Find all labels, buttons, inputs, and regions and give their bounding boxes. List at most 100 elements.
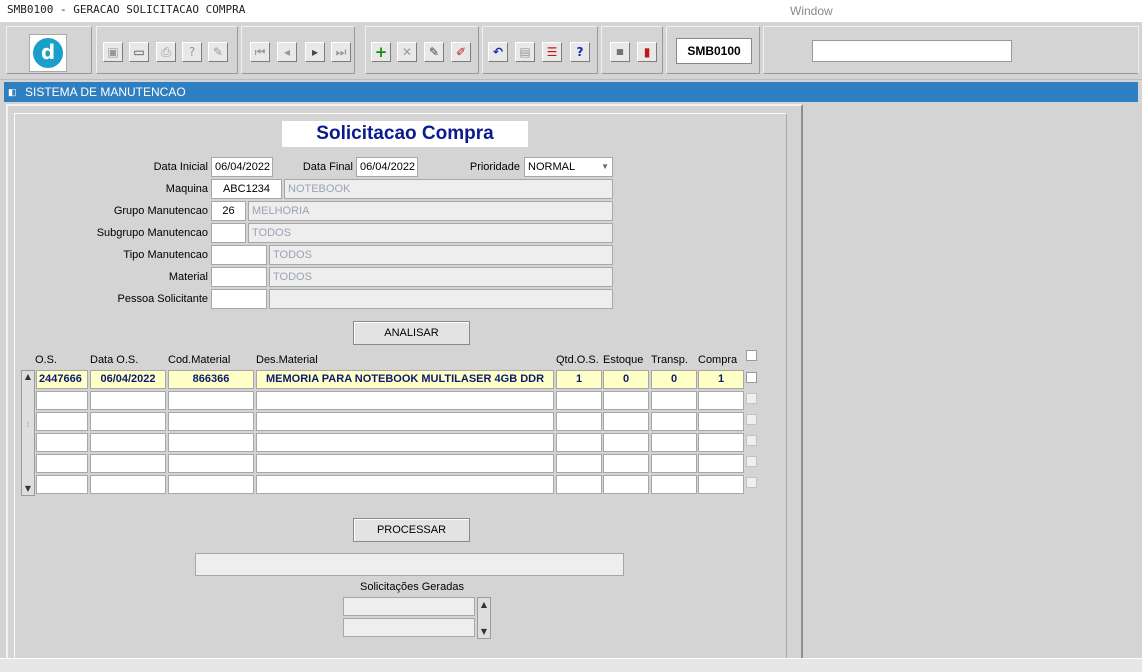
prioridade-label: Prioridade	[469, 161, 520, 173]
grid-cell-cod-material[interactable]	[168, 391, 254, 410]
grid-cell-transp[interactable]	[651, 433, 697, 452]
grid-cell-data-os[interactable]	[90, 391, 166, 410]
query-help-icon[interactable]: ?	[182, 42, 202, 62]
grid-cell-compra[interactable]	[698, 433, 744, 452]
grid-cell-des-material[interactable]	[256, 454, 554, 473]
grid-cell-os[interactable]	[36, 475, 88, 494]
scroll-up-icon[interactable]: ▲	[22, 371, 34, 383]
grid-scrollbar[interactable]: ▲ ⁞ ▼	[21, 370, 35, 496]
column-header-cod-material: Cod.Material	[168, 354, 231, 366]
next-record-icon[interactable]: ▸	[305, 42, 325, 62]
grid-cell-compra[interactable]	[698, 391, 744, 410]
analisar-button[interactable]: ANALISAR	[353, 321, 470, 345]
grid-cell-data-os[interactable]	[90, 412, 166, 431]
grid-cell-compra[interactable]	[698, 475, 744, 494]
grid-cell-qtd-os[interactable]	[556, 433, 602, 452]
toolbar: d ▣ ▭ ⎙ ? ✎ ⏮ ◂ ▸ ⏭ + ✕ ✎ ✐ ↶ ▤ ☰ ? ▦ ▮ …	[0, 22, 1142, 80]
save-icon[interactable]: ▣	[103, 42, 123, 62]
grid-cell-des-material[interactable]: MEMORIA PARA NOTEBOOK MULTILASER 4GB DDR	[256, 370, 554, 389]
grid-cell-estoque[interactable]	[603, 454, 649, 473]
grid-cell-data-os[interactable]	[90, 433, 166, 452]
delete-record-icon[interactable]: ✕	[397, 42, 417, 62]
grid-cell-des-material[interactable]	[256, 391, 554, 410]
grid-cell-data-os[interactable]	[90, 454, 166, 473]
previous-record-icon[interactable]: ◂	[277, 42, 297, 62]
grid-cell-transp[interactable]	[651, 412, 697, 431]
pessoa-code-field[interactable]	[211, 289, 267, 309]
scroll-down-icon[interactable]: ▼	[22, 483, 34, 495]
row-select-checkbox[interactable]	[746, 477, 757, 488]
last-record-icon[interactable]: ⏭	[331, 42, 351, 62]
grid-cell-os[interactable]	[36, 433, 88, 452]
grid-cell-cod-material[interactable]	[168, 433, 254, 452]
scroll-up-icon[interactable]: ▲	[478, 599, 490, 611]
row-select-checkbox[interactable]	[746, 393, 757, 404]
grid-cell-estoque[interactable]	[603, 391, 649, 410]
grupo-label: Grupo Manutencao	[113, 205, 208, 217]
grid-cell-estoque[interactable]	[603, 412, 649, 431]
grid-cell-des-material[interactable]	[256, 433, 554, 452]
grid-cell-qtd-os[interactable]	[556, 391, 602, 410]
solicitacoes-scrollbar[interactable]: ▲ ▼	[477, 597, 491, 639]
grid-cell-data-os[interactable]	[90, 475, 166, 494]
grid-cell-estoque[interactable]	[603, 475, 649, 494]
processar-button[interactable]: PROCESSAR	[353, 518, 470, 542]
clipboard-icon[interactable]: ▤	[515, 42, 535, 62]
first-record-icon[interactable]: ⏮	[250, 42, 270, 62]
grid-cell-transp[interactable]: 0	[651, 370, 697, 389]
grid-cell-compra[interactable]	[698, 412, 744, 431]
print-icon[interactable]: ⎙	[156, 42, 176, 62]
scroll-thumb-icon[interactable]: ⁞	[22, 419, 34, 431]
row-select-checkbox[interactable]	[746, 372, 757, 383]
data-final-field[interactable]: 06/04/2022	[356, 157, 418, 177]
grid-cell-transp[interactable]	[651, 475, 697, 494]
grid-cell-cod-material[interactable]	[168, 475, 254, 494]
grid-cell-des-material[interactable]	[256, 475, 554, 494]
list-values-icon[interactable]: ☰	[542, 42, 562, 62]
toolbar-search-field[interactable]	[812, 40, 1012, 62]
grid-cell-transp[interactable]	[651, 454, 697, 473]
grid-cell-cod-material[interactable]	[168, 454, 254, 473]
grid-cell-data-os[interactable]: 06/04/2022	[90, 370, 166, 389]
chevron-down-icon[interactable]: ▼	[601, 158, 609, 176]
row-select-checkbox[interactable]	[746, 456, 757, 467]
undo-icon[interactable]: ↶	[488, 42, 508, 62]
window-icon[interactable]: ▭	[129, 42, 149, 62]
grid-cell-os[interactable]	[36, 391, 88, 410]
prioridade-select[interactable]: NORMAL ▼	[524, 157, 613, 177]
row-select-checkbox[interactable]	[746, 414, 757, 425]
grupo-code-field[interactable]: 26	[211, 201, 246, 221]
grid-cell-qtd-os[interactable]: 1	[556, 370, 602, 389]
grid-cell-estoque[interactable]	[603, 433, 649, 452]
grid-cell-qtd-os[interactable]	[556, 475, 602, 494]
subgrupo-code-field[interactable]	[211, 223, 246, 243]
grid-cell-os[interactable]	[36, 412, 88, 431]
grid-cell-compra[interactable]: 1	[698, 370, 744, 389]
data-inicial-field[interactable]: 06/04/2022	[211, 157, 273, 177]
row-select-checkbox[interactable]	[746, 435, 757, 446]
scroll-down-icon[interactable]: ▼	[478, 626, 490, 638]
grid-cell-transp[interactable]	[651, 391, 697, 410]
grid-cell-cod-material[interactable]	[168, 412, 254, 431]
material-code-field[interactable]	[211, 267, 267, 287]
grid-cell-qtd-os[interactable]	[556, 454, 602, 473]
insert-record-icon[interactable]: +	[371, 42, 391, 62]
menu-icon[interactable]: ▦	[610, 42, 630, 62]
clear-record-icon[interactable]: ✐	[451, 42, 471, 62]
tipo-code-field[interactable]	[211, 245, 267, 265]
window-restore-icon[interactable]: ◧	[8, 82, 17, 102]
help-icon[interactable]: ?	[570, 42, 590, 62]
grid-cell-qtd-os[interactable]	[556, 412, 602, 431]
exit-icon[interactable]: ▮	[637, 42, 657, 62]
grid-cell-estoque[interactable]: 0	[603, 370, 649, 389]
select-all-checkbox[interactable]	[746, 350, 757, 361]
grid-cell-compra[interactable]	[698, 454, 744, 473]
grid-cell-os[interactable]	[36, 454, 88, 473]
grid-cell-des-material[interactable]	[256, 412, 554, 431]
menu-window[interactable]: Window	[790, 4, 833, 18]
maquina-code-field[interactable]: ABC1234	[211, 179, 282, 199]
grid-cell-os[interactable]: 2447666	[36, 370, 88, 389]
grid-cell-cod-material[interactable]: 866366	[168, 370, 254, 389]
edit-record-icon[interactable]: ✎	[424, 42, 444, 62]
edit-pen-icon[interactable]: ✎	[208, 42, 228, 62]
